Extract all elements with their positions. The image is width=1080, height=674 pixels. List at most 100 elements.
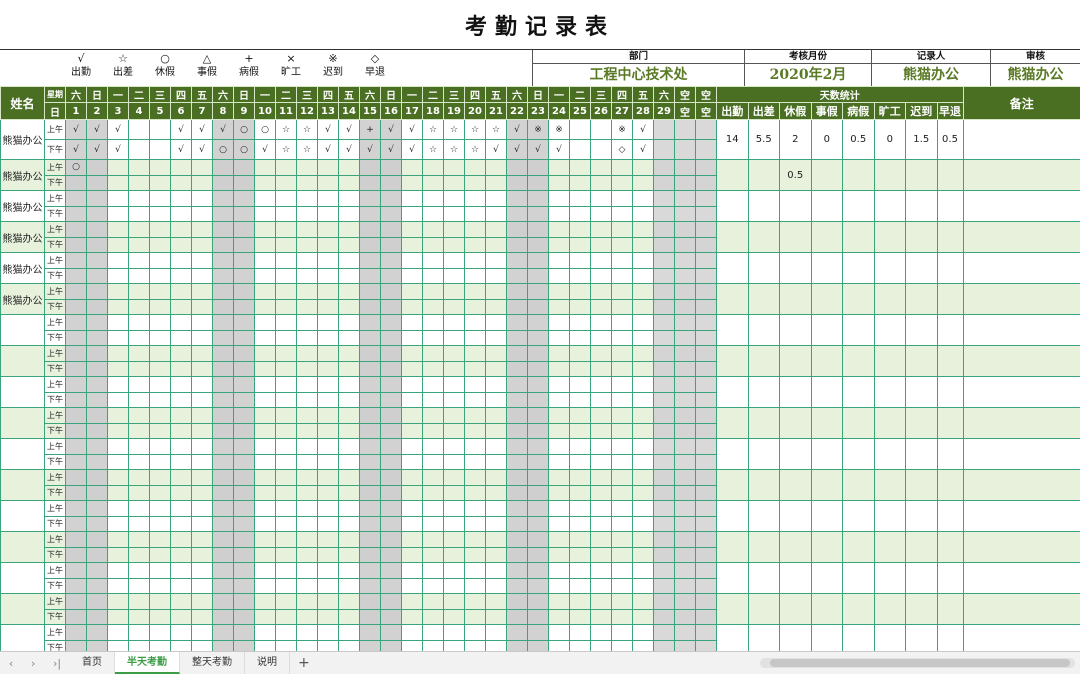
attendance-cell-am[interactable] xyxy=(149,252,171,269)
weekday-cell[interactable]: 三 xyxy=(590,86,612,103)
attendance-cell-pm[interactable] xyxy=(464,267,486,284)
stat-value[interactable] xyxy=(905,252,938,284)
attendance-cell-am[interactable] xyxy=(212,438,234,455)
date-cell[interactable]: 8 xyxy=(212,102,234,120)
attendance-cell-pm[interactable] xyxy=(212,360,234,377)
attendance-cell-am[interactable] xyxy=(611,376,633,393)
stat-value[interactable] xyxy=(810,531,843,563)
attendance-cell-pm[interactable] xyxy=(212,608,234,625)
attendance-cell-pm[interactable] xyxy=(86,546,108,563)
attendance-cell-am[interactable]: ☆ xyxy=(275,119,297,140)
attendance-cell-am[interactable] xyxy=(653,593,675,610)
attendance-cell-pm[interactable] xyxy=(506,267,528,284)
attendance-cell-pm[interactable] xyxy=(317,608,339,625)
attendance-cell-pm[interactable] xyxy=(149,329,171,346)
attendance-cell-pm[interactable] xyxy=(254,174,276,191)
weekday-cell[interactable]: 六 xyxy=(506,86,528,103)
stat-value[interactable] xyxy=(810,159,843,191)
attendance-cell-pm[interactable] xyxy=(359,236,381,253)
attendance-cell-pm[interactable] xyxy=(422,577,444,594)
attendance-cell-am[interactable] xyxy=(548,500,570,517)
attendance-cell-pm[interactable] xyxy=(359,174,381,191)
attendance-cell-pm[interactable] xyxy=(212,577,234,594)
attendance-cell-pm[interactable]: √ xyxy=(170,139,192,160)
attendance-cell-am[interactable] xyxy=(359,593,381,610)
attendance-cell-am[interactable] xyxy=(65,500,87,517)
attendance-cell-am[interactable] xyxy=(212,283,234,300)
stat-value[interactable] xyxy=(905,531,938,563)
attendance-cell-am[interactable]: ※ xyxy=(548,119,570,140)
attendance-cell-am[interactable] xyxy=(401,469,423,486)
attendance-cell-am[interactable] xyxy=(338,407,360,424)
attendance-cell-am[interactable] xyxy=(359,469,381,486)
attendance-cell-am[interactable] xyxy=(653,407,675,424)
attendance-cell-am[interactable] xyxy=(506,283,528,300)
stat-value[interactable] xyxy=(810,469,843,501)
attendance-cell-pm[interactable] xyxy=(149,267,171,284)
attendance-cell-am[interactable] xyxy=(653,345,675,362)
attendance-cell-pm[interactable] xyxy=(212,546,234,563)
attendance-cell-am[interactable] xyxy=(422,221,444,238)
attendance-cell-am[interactable] xyxy=(338,345,360,362)
attendance-cell-pm[interactable] xyxy=(107,298,129,315)
stat-header[interactable]: 事假 xyxy=(810,102,843,120)
attendance-cell-pm[interactable] xyxy=(527,329,549,346)
attendance-cell-pm[interactable] xyxy=(233,236,255,253)
stat-value[interactable] xyxy=(747,500,780,532)
attendance-cell-pm[interactable] xyxy=(443,360,465,377)
attendance-cell-am[interactable] xyxy=(128,438,150,455)
attendance-cell-pm[interactable] xyxy=(296,267,318,284)
attendance-cell-pm[interactable] xyxy=(548,577,570,594)
stat-value[interactable] xyxy=(779,376,812,408)
date-cell[interactable]: 15 xyxy=(359,102,381,120)
attendance-cell-am[interactable] xyxy=(65,376,87,393)
attendance-cell-pm[interactable] xyxy=(107,515,129,532)
stat-value[interactable] xyxy=(747,531,780,563)
attendance-cell-pm[interactable]: √ xyxy=(485,139,507,160)
attendance-cell-pm[interactable] xyxy=(170,484,192,501)
attendance-cell-am[interactable]: √ xyxy=(380,119,402,140)
attendance-cell-am[interactable] xyxy=(86,221,108,238)
stat-value[interactable] xyxy=(716,314,749,346)
attendance-cell-am[interactable] xyxy=(548,221,570,238)
attendance-cell-pm[interactable] xyxy=(233,298,255,315)
attendance-cell-am[interactable] xyxy=(86,407,108,424)
attendance-cell-am[interactable] xyxy=(422,562,444,579)
attendance-cell-pm[interactable]: √ xyxy=(338,139,360,160)
attendance-cell-pm[interactable] xyxy=(254,608,276,625)
attendance-cell-am[interactable] xyxy=(359,314,381,331)
attendance-cell-pm[interactable] xyxy=(695,236,717,253)
remark-cell[interactable] xyxy=(962,345,1080,377)
attendance-cell-am[interactable] xyxy=(527,562,549,579)
attendance-cell-pm[interactable] xyxy=(569,267,591,284)
attendance-cell-am[interactable] xyxy=(86,531,108,548)
attendance-cell-am[interactable] xyxy=(569,438,591,455)
attendance-cell-am[interactable] xyxy=(275,221,297,238)
attendance-cell-am[interactable] xyxy=(590,190,612,207)
attendance-cell-am[interactable] xyxy=(86,314,108,331)
attendance-cell-pm[interactable] xyxy=(128,139,150,160)
attendance-cell-pm[interactable] xyxy=(317,515,339,532)
weekday-cell[interactable]: 一 xyxy=(107,86,129,103)
attendance-cell-am[interactable] xyxy=(128,407,150,424)
attendance-cell-pm[interactable] xyxy=(674,453,696,470)
attendance-cell-am[interactable] xyxy=(254,314,276,331)
attendance-cell-am[interactable] xyxy=(317,407,339,424)
attendance-cell-am[interactable] xyxy=(254,438,276,455)
attendance-cell-pm[interactable] xyxy=(380,174,402,191)
attendance-cell-am[interactable] xyxy=(65,531,87,548)
attendance-cell-am[interactable] xyxy=(506,407,528,424)
attendance-cell-am[interactable] xyxy=(128,252,150,269)
attendance-cell-pm[interactable] xyxy=(590,139,612,160)
attendance-cell-pm[interactable] xyxy=(611,360,633,377)
attendance-cell-am[interactable] xyxy=(170,376,192,393)
attendance-cell-am[interactable] xyxy=(86,593,108,610)
stat-value[interactable] xyxy=(936,252,964,284)
attendance-cell-am[interactable] xyxy=(275,159,297,176)
attendance-cell-am[interactable] xyxy=(191,562,213,579)
attendance-cell-am[interactable]: √ xyxy=(317,119,339,140)
attendance-cell-am[interactable] xyxy=(422,438,444,455)
attendance-cell-pm[interactable] xyxy=(296,453,318,470)
stat-value[interactable] xyxy=(716,252,749,284)
attendance-cell-am[interactable] xyxy=(338,190,360,207)
